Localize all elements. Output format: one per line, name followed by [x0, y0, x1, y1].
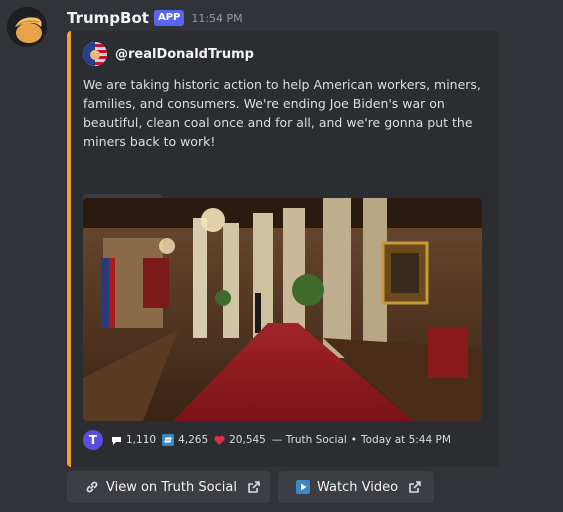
embed-buttons: View on Truth Social Watch Video — [67, 471, 442, 503]
view-on-truth-social-label: View on Truth Social — [106, 479, 237, 495]
heart-icon — [214, 435, 225, 445]
bot-message: TrumpBot APP 11:54 PM @realDonaldTrump W… — [0, 0, 563, 512]
bot-avatar[interactable] — [7, 7, 47, 47]
embed-footer: T 1,110 4,265 20,545 — Truth Social • To… — [83, 429, 451, 451]
reposts-count: 4,265 — [178, 434, 209, 446]
app-badge: APP — [153, 10, 185, 26]
video-thumbnail[interactable] — [83, 198, 482, 421]
embed-description: We are taking historic action to help Am… — [83, 77, 481, 149]
avatar-image-icon — [7, 7, 47, 47]
replies-stat: 1,110 — [111, 434, 156, 446]
footer-separator: • — [350, 434, 357, 446]
likes-stat: 20,545 — [214, 434, 266, 446]
external-link-icon — [247, 480, 261, 494]
link-icon — [85, 480, 99, 494]
external-link-icon — [408, 480, 422, 494]
embed-author-name[interactable]: @realDonaldTrump — [115, 47, 254, 62]
watch-video-button[interactable]: Watch Video — [278, 471, 434, 503]
truth-social-embed: @realDonaldTrump We are taking historic … — [67, 31, 499, 467]
replies-count: 1,110 — [126, 434, 157, 446]
truth-social-logo-icon: T — [83, 430, 103, 450]
source-label: — Truth Social — [271, 434, 347, 446]
play-icon — [296, 480, 310, 494]
bot-username[interactable]: TrumpBot — [67, 9, 149, 27]
author-avatar-icon — [83, 42, 107, 66]
speech-bubble-icon — [112, 436, 121, 445]
message-timestamp[interactable]: 11:54 PM — [191, 12, 242, 25]
view-on-truth-social-button[interactable]: View on Truth Social — [67, 471, 270, 503]
watch-video-label: Watch Video — [317, 479, 399, 495]
repost-icon — [162, 434, 175, 446]
post-time: Today at 5:44 PM — [361, 434, 451, 446]
embed-accent-bar — [67, 31, 71, 467]
hallway-image-icon — [83, 198, 482, 421]
message-header: TrumpBot APP 11:54 PM — [67, 8, 243, 28]
likes-count: 20,545 — [229, 434, 266, 446]
reposts-stat: 4,265 — [162, 434, 208, 446]
